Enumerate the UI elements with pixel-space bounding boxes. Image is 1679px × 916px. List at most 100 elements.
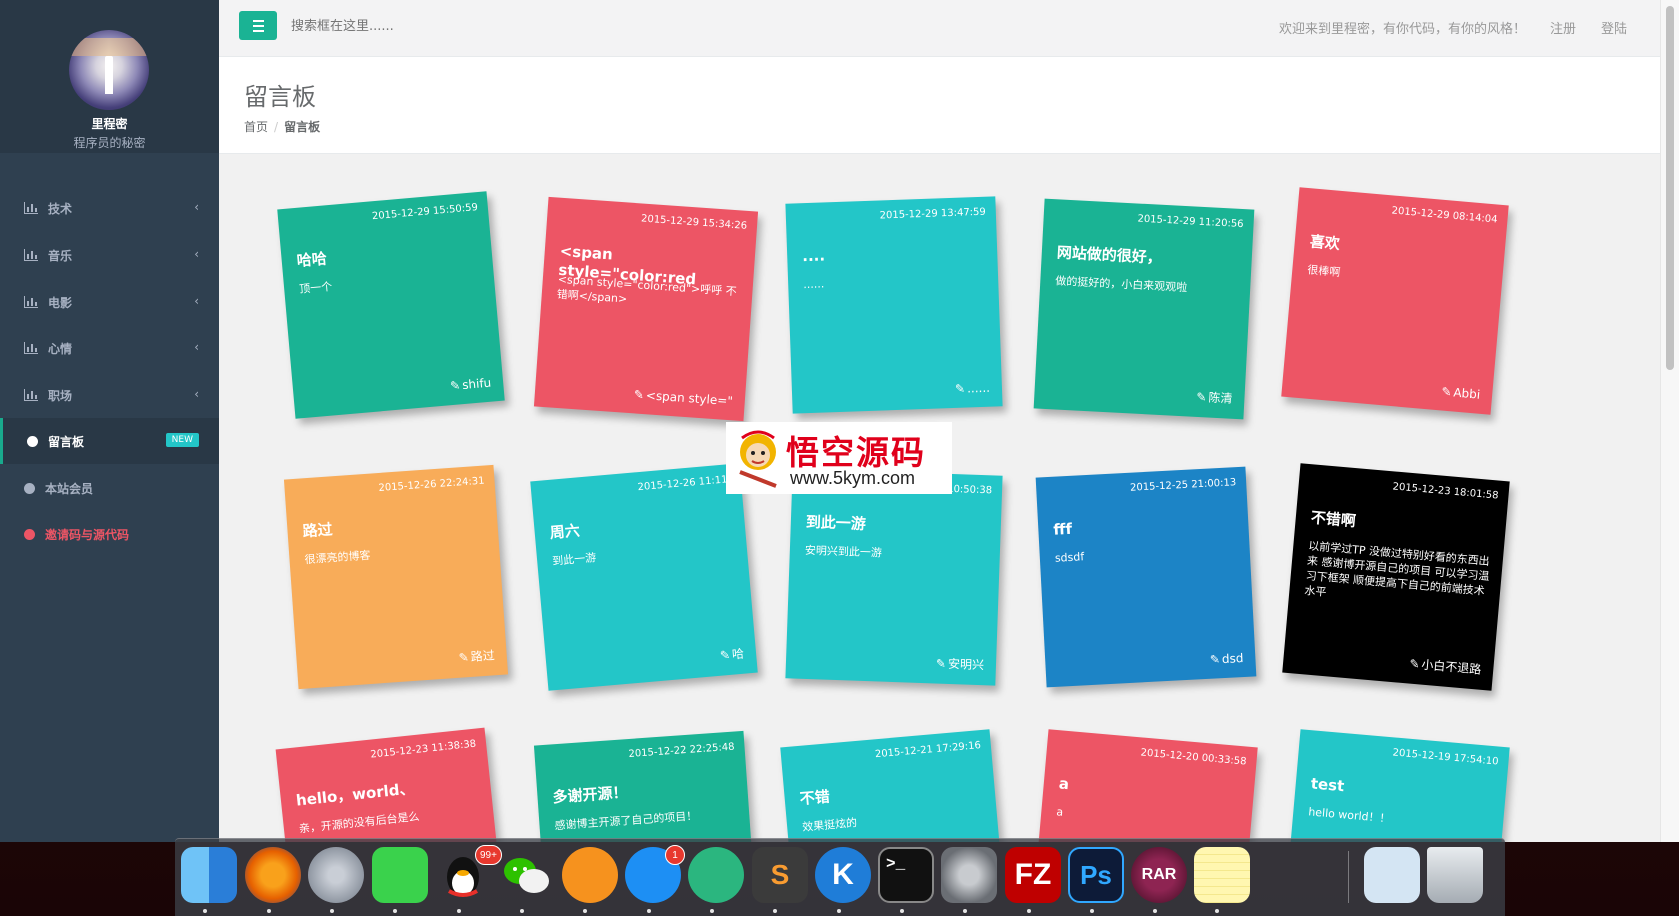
note-body: ......	[803, 277, 825, 292]
message-note[interactable]: 2015-12-23 18:01:58 不错啊 以前学过TP 没做过特别好看的东西出…	[1282, 463, 1510, 691]
note-author: ✎dsd	[1209, 651, 1243, 667]
note-author: ✎小白不退路	[1409, 655, 1482, 678]
note-date: 2015-12-22 22:25:48	[628, 741, 735, 760]
message-note[interactable]: 2015-12-29 08:14:04 喜欢 很棒啊 ✎Abbi	[1281, 187, 1509, 415]
note-body: 以前学过TP 没做过特别好看的东西出来 感谢博开源自己的项目 可以学习温习下框架…	[1303, 539, 1491, 599]
chevron-left-icon: ‹	[194, 200, 199, 214]
photoshop-icon[interactable]: Ps	[1068, 847, 1124, 903]
sidebar-item-label: 邀请码与源代码	[45, 527, 130, 542]
facetime-icon[interactable]	[372, 847, 428, 903]
note-title: 周六	[549, 521, 581, 543]
launchpad-icon[interactable]	[308, 847, 364, 903]
message-note[interactable]: 2015-12-26 11:11: 周六 到此一游 ✎哈	[530, 463, 758, 691]
message-note[interactable]: 2015-12-26 22:24:31 路过 很漂亮的博客 ✎路过	[283, 464, 509, 690]
note-body: 感谢博主开源了自己的项目！	[554, 809, 698, 833]
message-note[interactable]: 2015-12-20 00:33:58 a a	[1030, 729, 1258, 842]
note-date: 2015-12-29 11:20:56	[1137, 213, 1244, 231]
note-date: 2015-12-25 21:00:13	[1129, 477, 1237, 494]
message-note[interactable]: 2015-12-29 15:34:26 <span style="color:re…	[533, 196, 759, 422]
message-note[interactable]: 2015-12-22 22:25:48 多谢开源！ 感谢博主开源了自己的项目！	[533, 730, 759, 842]
note-author-name: Abbi	[1452, 385, 1481, 402]
dock-divider	[1348, 851, 1349, 903]
running-indicator	[583, 909, 587, 913]
bar-chart-icon	[24, 249, 38, 261]
message-note[interactable]: 2015-12-25 21:00:13 fff sdsdf ✎dsd	[1035, 466, 1257, 688]
finder-icon[interactable]	[181, 847, 237, 903]
message-note[interactable]: 2015-12-29 13:47:59.......... ✎......	[785, 196, 1003, 414]
note-body: hello world！！	[1307, 805, 1392, 826]
note-title: 多谢开源！	[551, 783, 629, 807]
note-author: ✎路过	[458, 646, 495, 665]
note-date: 2015-12-23 11:38:38	[369, 738, 477, 761]
page-title: 留言板	[244, 83, 316, 111]
sidebar-item[interactable]: 职场 ‹	[0, 372, 219, 418]
avatar[interactable]	[69, 30, 149, 110]
sidebar-item-label: 电影	[48, 295, 73, 310]
documents-icon[interactable]	[1364, 847, 1420, 903]
notification-badge: 1	[665, 845, 685, 865]
sidebar-item[interactable]: 音乐 ‹	[0, 232, 219, 278]
note-author-name: 陈清	[1208, 390, 1233, 406]
scrollbar-thumb[interactable]	[1666, 6, 1674, 370]
running-indicator	[393, 909, 397, 913]
pen-icon: ✎	[1196, 389, 1207, 405]
note-title: 路过	[301, 520, 334, 541]
note-date: 2015-12-29 08:14:04	[1391, 205, 1498, 226]
sidebar-item[interactable]: 邀请码与源代码	[0, 511, 219, 557]
login-link[interactable]: 登陆	[1601, 18, 1627, 37]
running-indicator	[710, 909, 714, 913]
running-indicator	[647, 909, 651, 913]
note-date: 2015-12-20 00:33:58	[1140, 747, 1247, 768]
bar-chart-icon	[24, 202, 38, 214]
running-indicator	[1153, 909, 1157, 913]
message-note[interactable]: 2015-12-23 11:38:38 hello，world、 亲，开源的没有后台…	[275, 727, 507, 842]
trash-icon[interactable]	[1427, 847, 1483, 903]
pen-icon: ✎	[449, 378, 461, 394]
sidebar-item[interactable]: 心情 ‹	[0, 325, 219, 371]
pen-icon: ✎	[1408, 656, 1421, 672]
notes-icon[interactable]	[1194, 847, 1250, 903]
sidebar-item[interactable]: 电影 ‹	[0, 279, 219, 325]
note-date: 2015-12-23 18:01:58	[1392, 481, 1499, 502]
note-body: 安明兴到此一游	[804, 543, 883, 560]
chevron-left-icon: ‹	[194, 387, 199, 401]
new-badge: NEW	[165, 433, 199, 447]
note-title: fff	[1052, 519, 1073, 539]
sidebar-item[interactable]: 技术 ‹	[0, 185, 219, 231]
kugou-icon[interactable]: K	[815, 847, 871, 903]
globe-icon	[24, 528, 35, 540]
system-preferences-icon[interactable]	[941, 847, 997, 903]
pen-icon: ✎	[1209, 652, 1221, 667]
rar-icon[interactable]: RAR	[1131, 847, 1187, 903]
message-note[interactable]: 2015-12-21 17:29:16 不错 效果挺炫的	[780, 729, 1008, 842]
sublime-text-icon[interactable]: S	[752, 847, 808, 903]
register-link[interactable]: 注册	[1550, 18, 1576, 37]
wechat-icon[interactable]	[498, 847, 554, 903]
chevron-left-icon: ‹	[194, 340, 199, 354]
firefox-icon[interactable]	[245, 847, 301, 903]
sidebar-item-label: 心情	[48, 341, 73, 356]
note-title: a	[1058, 774, 1070, 794]
sidebar-item[interactable]: 本站会员	[0, 465, 219, 511]
globe-icon	[27, 435, 38, 447]
filezilla-icon[interactable]: FZ	[1005, 847, 1061, 903]
search-input[interactable]	[291, 14, 651, 38]
note-author-name: shifu	[461, 375, 492, 393]
globe-icon	[24, 482, 35, 494]
ibooks-icon[interactable]	[562, 847, 618, 903]
pen-icon: ✎	[954, 381, 966, 396]
sidebar-item[interactable]: 留言板 NEW	[0, 418, 219, 464]
pen-icon: ✎	[458, 650, 470, 665]
pen-icon: ✎	[633, 387, 645, 403]
message-note[interactable]: 2015-12-29 15:50:59 哈哈 顶一个 ✎shifu	[277, 191, 505, 419]
running-indicator	[900, 909, 904, 913]
note-title: test	[1310, 774, 1345, 796]
atom-icon[interactable]	[688, 847, 744, 903]
terminal-icon[interactable]: >_	[878, 847, 934, 903]
message-note[interactable]: 2015-12-19 17:54:10 test hello world！！	[1282, 729, 1510, 842]
running-indicator	[520, 909, 524, 913]
breadcrumb-home[interactable]: 首页	[244, 120, 268, 134]
message-note[interactable]: 2015-12-26 10:50:38到此一游安明兴到此一游✎安明兴	[785, 468, 1003, 686]
menu-toggle-button[interactable]	[239, 11, 277, 40]
message-note[interactable]: 2015-12-29 11:20:56 网站做的很好， 做的挺好的，小白来观观啦 ✎陈…	[1033, 198, 1255, 420]
